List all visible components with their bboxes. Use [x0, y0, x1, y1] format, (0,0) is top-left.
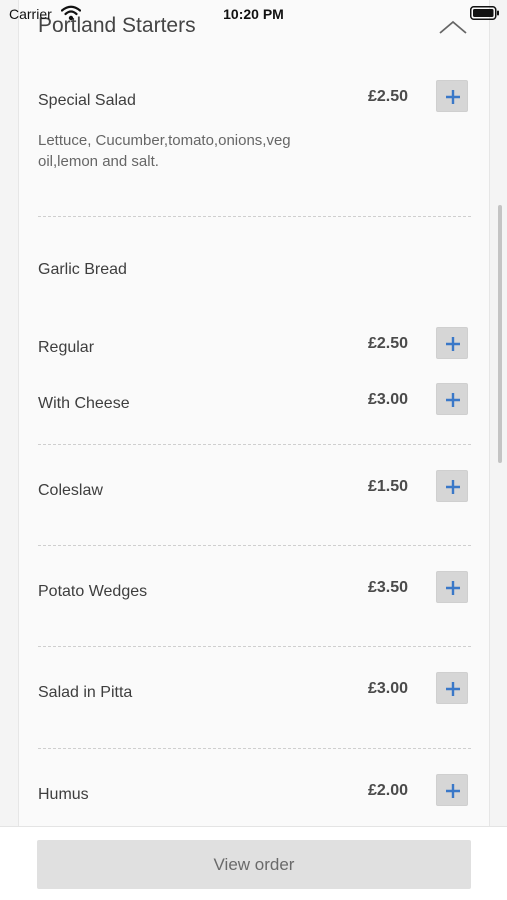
- add-potato-wedges-button[interactable]: [436, 571, 468, 603]
- item-group-garlic-bread: Garlic Bread: [38, 261, 127, 278]
- item-price-coleslaw: £1.50: [367, 478, 408, 495]
- battery-icon: [470, 6, 499, 20]
- item-name-special-salad: Special Salad: [38, 92, 136, 109]
- bottom-bar: View order: [0, 826, 507, 900]
- menu-section-card: Portland Starters Special Salad £2.50 Le…: [18, 0, 490, 826]
- item-name-coleslaw: Coleslaw: [38, 482, 103, 499]
- item-price-humus: £2.00: [367, 782, 408, 799]
- item-price-with-cheese: £3.00: [367, 391, 408, 408]
- item-price-regular: £2.50: [367, 335, 408, 352]
- item-price-potato-wedges: £3.50: [367, 579, 408, 596]
- item-name-with-cheese: With Cheese: [38, 395, 130, 412]
- add-special-salad-button[interactable]: [436, 80, 468, 112]
- item-name-potato-wedges: Potato Wedges: [38, 583, 148, 600]
- plus-icon: [446, 682, 460, 696]
- plus-icon: [446, 480, 460, 494]
- item-description-special-salad: Lettuce, Cucumber,tomato,onions,veg oil,…: [38, 132, 291, 170]
- add-coleslaw-button[interactable]: [436, 470, 468, 502]
- clock: 10:20 PM: [223, 6, 284, 22]
- add-regular-button[interactable]: [436, 327, 468, 359]
- divider: [38, 545, 471, 546]
- item-name-regular: Regular: [38, 339, 95, 356]
- item-price-salad-in-pitta: £3.00: [367, 680, 408, 697]
- item-name-salad-in-pitta: Salad in Pitta: [38, 684, 133, 701]
- item-price-special-salad: £2.50: [367, 88, 408, 105]
- divider: [38, 216, 471, 217]
- scrollbar[interactable]: [498, 205, 502, 463]
- add-humus-button[interactable]: [436, 774, 468, 806]
- plus-icon: [446, 393, 460, 407]
- item-name-humus: Humus: [38, 786, 89, 803]
- plus-icon: [446, 337, 460, 351]
- divider: [38, 748, 471, 749]
- add-salad-in-pitta-button[interactable]: [436, 672, 468, 704]
- status-bar: Carrier 10:20 PM: [0, 0, 507, 30]
- plus-icon: [446, 581, 460, 595]
- plus-icon: [446, 784, 460, 798]
- plus-icon: [446, 90, 460, 104]
- view-order-button[interactable]: View order: [37, 840, 471, 889]
- divider: [38, 444, 471, 445]
- add-with-cheese-button[interactable]: [436, 383, 468, 415]
- divider: [38, 646, 471, 647]
